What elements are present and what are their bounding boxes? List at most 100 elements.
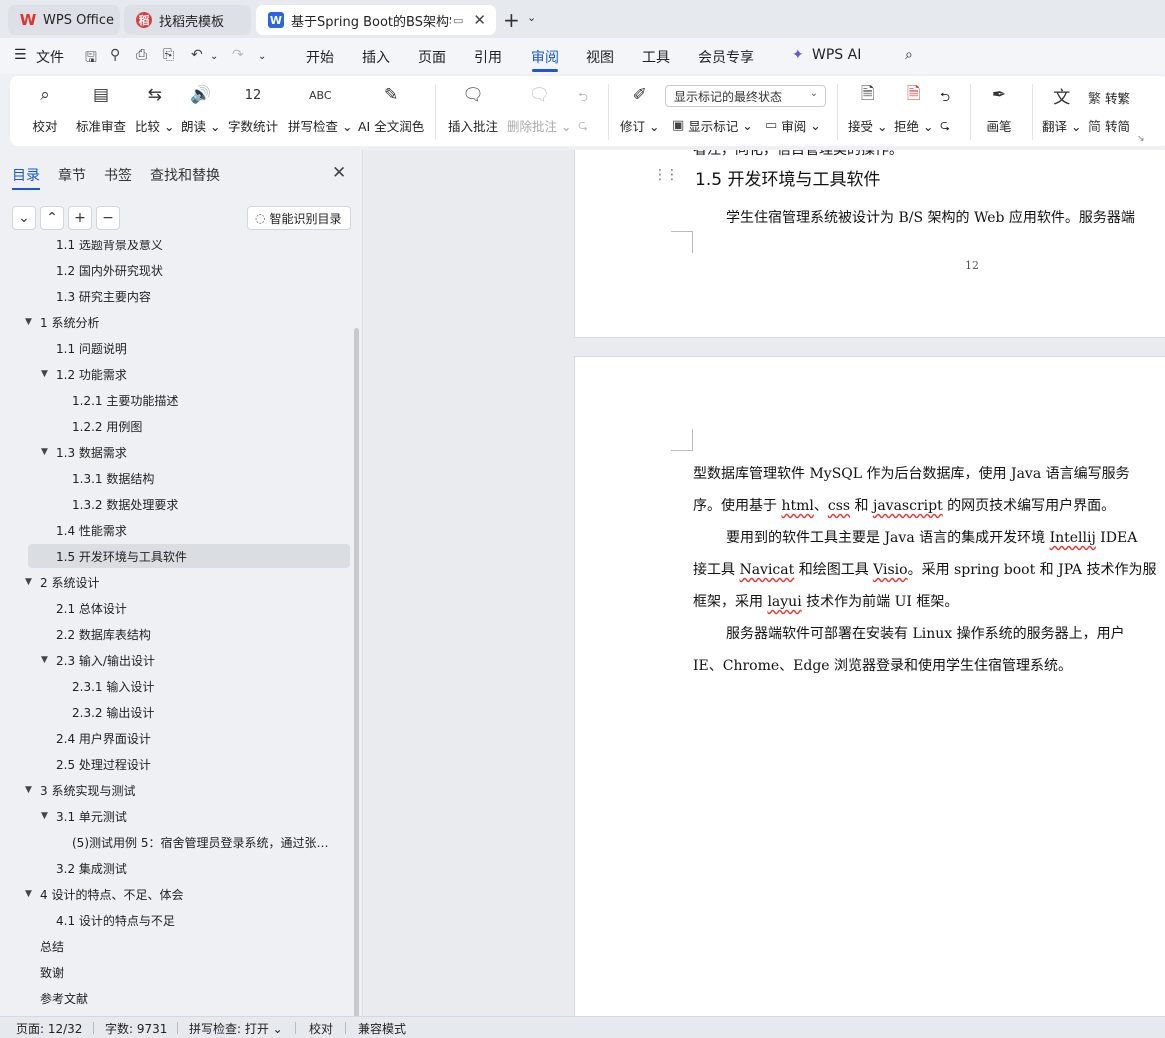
chevron-down-icon[interactable]: ⌄ [258, 51, 266, 62]
expand-up-button[interactable]: ⌃ [40, 206, 64, 230]
toc-item[interactable]: 1.2 国内外研究现状 [0, 258, 350, 282]
expand-arrow-icon[interactable]: ▼ [25, 317, 32, 327]
menu-view[interactable]: 视图 [586, 47, 614, 67]
menu-wps-ai[interactable]: WPS AI [812, 47, 861, 63]
smart-toc-button[interactable]: ◌ 智能识别目录 [247, 206, 351, 230]
menu-tools[interactable]: 工具 [642, 47, 670, 67]
add-heading-button[interactable]: + [68, 206, 92, 230]
word-count-button[interactable]: 12 字数统计 [228, 82, 278, 135]
show-markup-button[interactable]: ▣ 显示标记 ⌄ [672, 116, 753, 135]
toc-item[interactable]: 致谢 [0, 960, 350, 984]
toc-item[interactable]: ▼ 2.3 输入/输出设计 [0, 648, 350, 672]
reject-button[interactable]: 🗎 拒绝 ⌄ [894, 82, 933, 135]
toc-item[interactable]: 1.2.2 用例图 [0, 414, 350, 438]
pen-button[interactable]: ✒ 画笔 [986, 82, 1012, 135]
review-pane-button[interactable]: ▭ 审阅 ⌄ [765, 116, 821, 135]
menu-file[interactable]: 文件 [36, 47, 64, 67]
search-icon[interactable]: ⌕ [905, 47, 913, 63]
toc-item[interactable]: 1.3 研究主要内容 [0, 284, 350, 308]
delete-comment-button[interactable]: 🗨 删除批注 ⌄ [507, 82, 571, 135]
spell-check-toggle[interactable]: 拼写检查: 打开 ⌄ [189, 1020, 283, 1037]
save-icon[interactable]: 🖫 [85, 47, 97, 71]
chevron-down-icon[interactable]: ⌄ [210, 51, 218, 62]
toc-item[interactable]: 2.3.1 输入设计 [0, 674, 350, 698]
toc-item[interactable]: ▼ 3.1 单元测试 [0, 804, 350, 828]
next-comment-icon[interactable]: ⮎ [578, 116, 588, 137]
proofread-status[interactable]: 校对 [309, 1020, 333, 1037]
menu-insert[interactable]: 插入 [362, 47, 390, 67]
menu-page[interactable]: 页面 [418, 47, 446, 67]
expand-ribbon-icon[interactable]: ↘ [1137, 134, 1145, 144]
tab-chapters[interactable]: 章节 [58, 165, 86, 185]
tab-toc[interactable]: 目录 [12, 165, 40, 185]
print-preview-icon[interactable]: ⎘ [163, 47, 174, 63]
tab-find-replace[interactable]: 查找和替换 [150, 165, 220, 185]
word-count-indicator[interactable]: 字数: 9731 [105, 1020, 167, 1037]
toc-item[interactable]: ▼ 1.3 数据需求 [0, 440, 350, 464]
to-simplified-button[interactable]: 简 转简 [1088, 116, 1130, 135]
expand-arrow-icon[interactable]: ▼ [41, 447, 48, 457]
print-icon[interactable]: ⎙ [136, 47, 147, 63]
close-tab-icon[interactable]: ✕ [473, 11, 486, 29]
toc-item[interactable]: 1.5 开发环境与工具软件 [28, 544, 350, 568]
toc-item[interactable]: 1.3.1 数据结构 [0, 466, 350, 490]
remove-heading-button[interactable]: − [96, 206, 120, 230]
toc-item[interactable]: ▼ 2 系统设计 [0, 570, 350, 594]
toc-item[interactable]: 2.1 总体设计 [0, 596, 350, 620]
document-page[interactable]: 者注，同化，信目管理类的操作。 ⋮⋮ 1.5 开发环境与工具软件 学生住宿管理系… [574, 150, 1165, 338]
menu-review[interactable]: 审阅 [531, 47, 559, 67]
compare-button[interactable]: ⇆ 比较 ⌄ [135, 82, 174, 135]
toc-item[interactable]: 3.2 集成测试 [0, 856, 350, 880]
toc-scrollbar[interactable] [354, 328, 359, 1018]
to-traditional-button[interactable]: 繁 转繁 [1088, 88, 1130, 107]
track-changes-button[interactable]: ✐ 修订 ⌄ [620, 82, 659, 135]
expand-arrow-icon[interactable]: ▼ [41, 369, 48, 379]
next-change-icon[interactable]: ⮎ [940, 116, 950, 137]
toc-item[interactable]: ▼ 3 系统实现与测试 [0, 778, 350, 802]
document-page[interactable]: 型数据库管理软件 MySQL 作为后台数据库，使用 Java 语言编写服务 序。… [574, 356, 1165, 1016]
proofread-button[interactable]: ⌕ 校对 [32, 82, 58, 135]
toc-item[interactable]: 2.2 数据库表结构 [0, 622, 350, 646]
tab-document[interactable]: W 基于Spring Boot的BS架构学 ▭ ✕ [256, 5, 496, 35]
tab-wps-office[interactable]: W WPS Office [8, 5, 120, 35]
toc-item[interactable]: 1.1 问题说明 [0, 336, 350, 360]
collapse-all-button[interactable]: ⌄ [12, 206, 36, 230]
markup-mode-select[interactable]: 显示标记的最终状态 ⌄ [665, 85, 826, 107]
expand-arrow-icon[interactable]: ▼ [41, 655, 48, 665]
new-tab-button[interactable]: + [503, 8, 520, 32]
toc-item[interactable]: 总结 [0, 934, 350, 958]
toc-item[interactable]: 4.1 设计的特点与不足 [0, 908, 350, 932]
toc-item[interactable]: 1.3.2 数据处理要求 [0, 492, 350, 516]
expand-arrow-icon[interactable]: ▼ [41, 811, 48, 821]
toc-item[interactable]: 1.4 性能需求 [0, 518, 350, 542]
expand-arrow-icon[interactable]: ▼ [25, 577, 32, 587]
chevron-down-icon[interactable]: ⌄ [527, 11, 536, 24]
document-canvas[interactable]: 者注，同化，信目管理类的操作。 ⋮⋮ 1.5 开发环境与工具软件 学生住宿管理系… [364, 150, 1165, 1016]
standard-review-button[interactable]: ▤ 标准审查 [76, 82, 126, 135]
hamburger-icon[interactable]: ☰ [14, 47, 27, 63]
toc-item[interactable]: 参考文献 [0, 986, 350, 1010]
share-icon[interactable]: ⚲ [110, 47, 120, 63]
spell-check-button[interactable]: ABC 拼写检查 ⌄ [288, 82, 352, 135]
insert-comment-button[interactable]: 🗨 插入批注 [448, 82, 498, 135]
expand-arrow-icon[interactable]: ▼ [25, 785, 32, 795]
ai-polish-button[interactable]: ✎ AI 全文润色 [358, 82, 424, 135]
toc-item[interactable]: ▼ 1 系统分析 [0, 310, 350, 334]
translate-button[interactable]: 文 翻译 ⌄ [1042, 82, 1081, 135]
accept-button[interactable]: 🗎 接受 ⌄ [848, 82, 887, 135]
undo-icon[interactable]: ↶ [191, 47, 203, 63]
toc-item[interactable]: 2.4 用户界面设计 [0, 726, 350, 750]
drag-handle-icon[interactable]: ⋮⋮ [653, 167, 679, 183]
page-indicator[interactable]: 页面: 12/32 [16, 1020, 82, 1037]
redo-icon[interactable]: ↷ [232, 47, 244, 63]
toc-item[interactable]: ▼ 1.2 功能需求 [0, 362, 350, 386]
toc-item[interactable]: 1.2.1 主要功能描述 [0, 388, 350, 412]
previous-change-icon[interactable]: ⮌ [940, 88, 950, 109]
previous-comment-icon[interactable]: ⮌ [578, 88, 588, 109]
toc-item[interactable]: (5)测试用例 5：宿舍管理员登录系统，通过张明 ... [0, 830, 350, 854]
toc-item[interactable]: 2.5 处理过程设计 [0, 752, 350, 776]
menu-member[interactable]: 会员专享 [698, 47, 754, 67]
tab-bookmarks[interactable]: 书签 [104, 165, 132, 185]
toc-item[interactable]: 1.1 选题背景及意义 [0, 240, 350, 256]
toc-item[interactable]: ▼ 4 设计的特点、不足、体会 [0, 882, 350, 906]
